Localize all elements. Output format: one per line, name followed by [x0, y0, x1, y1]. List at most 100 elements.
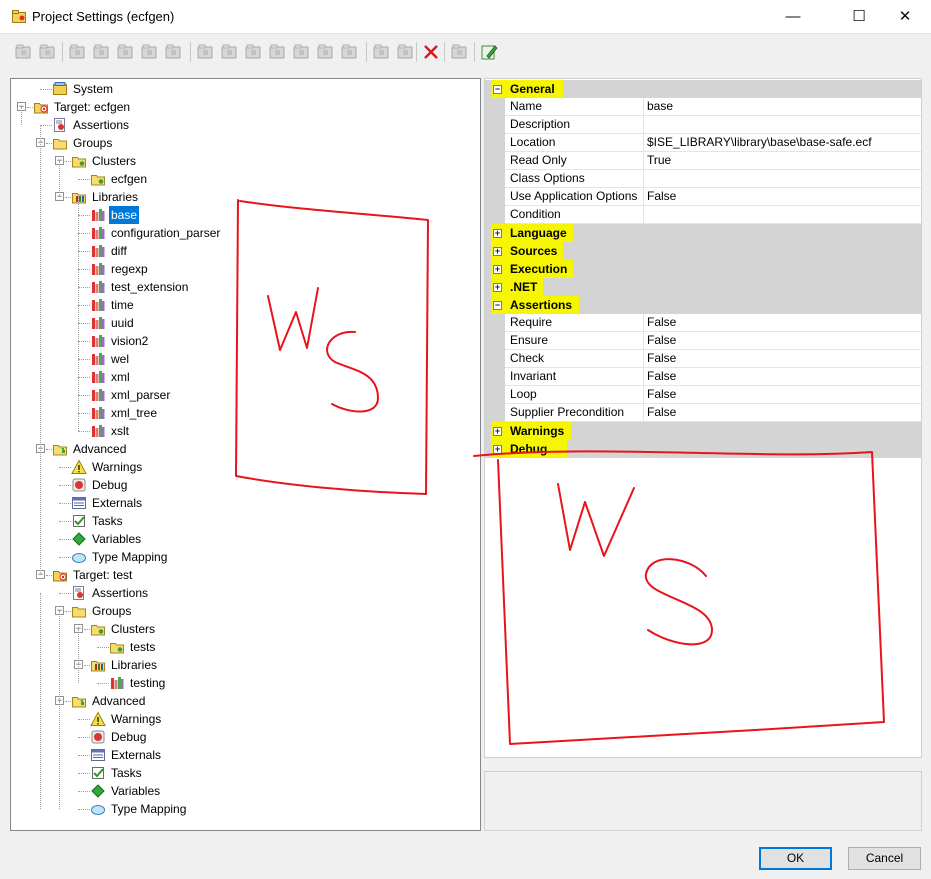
tree-node-label[interactable]: Variables — [90, 530, 143, 548]
property-value[interactable]: False — [644, 368, 921, 386]
tree-node-label[interactable]: xslt — [109, 422, 131, 440]
property-value[interactable]: False — [644, 332, 921, 350]
tree-node-label[interactable]: xml_tree — [109, 404, 159, 422]
tree-node-label[interactable]: System — [71, 80, 115, 98]
category-expander[interactable]: + — [493, 283, 502, 292]
property-value[interactable] — [644, 116, 921, 134]
tree-node[interactable]: Externals — [11, 494, 480, 512]
tree-node[interactable]: tests — [11, 638, 480, 656]
tree-node-label[interactable]: regexp — [109, 260, 150, 278]
tree-node-label[interactable]: Tasks — [90, 512, 125, 530]
add-precompile-button[interactable] — [114, 41, 136, 63]
tree-node[interactable]: vision2 — [11, 332, 480, 350]
category-expander[interactable]: + — [493, 265, 502, 274]
tree-node-label[interactable]: configuration_parser — [109, 224, 222, 242]
property-category[interactable]: − Assertions — [485, 296, 921, 314]
property-value[interactable] — [644, 170, 921, 188]
edit-file-button[interactable] — [478, 41, 500, 63]
add-external-resource-button[interactable] — [266, 41, 288, 63]
tree-node[interactable]: Warnings — [11, 458, 480, 476]
add-external-library-button[interactable] — [242, 41, 264, 63]
tree-node-label[interactable]: Target: ecfgen — [52, 98, 132, 116]
tree-node[interactable]: Debug — [11, 476, 480, 494]
category-expander[interactable]: + — [493, 229, 502, 238]
tree-node[interactable]: Tasks — [11, 764, 480, 782]
tree-node[interactable]: − Target: ecfgen — [11, 98, 480, 116]
property-category[interactable]: + Language — [485, 224, 921, 242]
tree-node[interactable]: − Target: test — [11, 566, 480, 584]
property-category[interactable]: + Execution — [485, 260, 921, 278]
tree-node[interactable]: test_extension — [11, 278, 480, 296]
tree-node-label[interactable]: Assertions — [90, 584, 150, 602]
close-button[interactable]: ✕ — [882, 0, 928, 34]
property-category[interactable]: + Warnings — [485, 422, 921, 440]
tree-node[interactable]: − Groups — [11, 134, 480, 152]
tree-node-label[interactable]: diff — [109, 242, 129, 260]
tree-node-label[interactable]: uuid — [109, 314, 136, 332]
property-row[interactable]: Use Application Options False — [485, 188, 921, 206]
settings-tree[interactable]: System − Target: ecfgen Assertions − Groups − C… — [10, 78, 481, 831]
category-expander[interactable]: + — [493, 427, 502, 436]
tree-node-label[interactable]: base — [109, 206, 140, 224]
property-row[interactable]: Supplier Precondition False — [485, 404, 921, 422]
property-category[interactable]: + Debug — [485, 440, 921, 458]
add-mapping-button[interactable] — [394, 41, 416, 63]
category-expander[interactable]: + — [493, 445, 502, 454]
add-cluster-button[interactable] — [66, 41, 88, 63]
tree-node-label[interactable]: vision2 — [109, 332, 150, 350]
tree-node-label[interactable]: Variables — [109, 782, 162, 800]
tree-node-label[interactable]: ecfgen — [109, 170, 149, 188]
tree-node[interactable]: wel — [11, 350, 480, 368]
tree-node-label[interactable]: Clusters — [109, 620, 157, 638]
tree-node-label[interactable]: Assertions — [71, 116, 131, 134]
tree-node-label[interactable]: Groups — [71, 134, 114, 152]
property-row[interactable]: Invariant False — [485, 368, 921, 386]
tree-node[interactable]: Assertions — [11, 116, 480, 134]
tree-node[interactable]: − Clusters — [11, 152, 480, 170]
property-row[interactable]: Require False — [485, 314, 921, 332]
category-expander[interactable]: − — [493, 85, 502, 94]
minimize-button[interactable]: — — [770, 0, 816, 34]
category-expander[interactable]: − — [493, 301, 502, 310]
property-grid[interactable]: − General Name base Description Location $ISE_… — [484, 78, 922, 758]
tree-node-label[interactable]: tests — [128, 638, 157, 656]
tree-node[interactable]: xml_parser — [11, 386, 480, 404]
property-value[interactable]: False — [644, 350, 921, 368]
property-row[interactable]: Loop False — [485, 386, 921, 404]
tree-node-label[interactable]: Clusters — [90, 152, 138, 170]
tree-node-label[interactable]: Debug — [109, 728, 148, 746]
tree-node-label[interactable]: Advanced — [71, 440, 128, 458]
tree-node[interactable]: System — [11, 80, 480, 98]
tree-node[interactable]: Warnings — [11, 710, 480, 728]
tree-node[interactable]: − Libraries — [11, 188, 480, 206]
add-external-object-button[interactable] — [218, 41, 240, 63]
tree-node[interactable]: configuration_parser — [11, 224, 480, 242]
tree-node[interactable]: − Groups — [11, 602, 480, 620]
property-row[interactable]: Read Only True — [485, 152, 921, 170]
property-value[interactable]: False — [644, 314, 921, 332]
property-value[interactable]: False — [644, 404, 921, 422]
property-row[interactable]: Check False — [485, 350, 921, 368]
add-override-button[interactable] — [90, 41, 112, 63]
tree-node-label[interactable]: wel — [109, 350, 131, 368]
property-row[interactable]: Location $ISE_LIBRARY\library\base\base-s… — [485, 134, 921, 152]
tree-node[interactable]: Type Mapping — [11, 548, 480, 566]
add-test-cluster-button[interactable] — [162, 41, 184, 63]
add-external-include-button[interactable] — [194, 41, 216, 63]
tree-node[interactable]: Tasks — [11, 512, 480, 530]
add-pre-task-button[interactable] — [314, 41, 336, 63]
tree-node-label[interactable]: Libraries — [90, 188, 140, 206]
property-row[interactable]: Condition — [485, 206, 921, 224]
tree-node[interactable]: Debug — [11, 728, 480, 746]
property-value[interactable] — [644, 206, 921, 224]
property-value[interactable]: False — [644, 386, 921, 404]
property-row[interactable]: Description — [485, 116, 921, 134]
tree-node[interactable]: − Advanced — [11, 440, 480, 458]
property-category[interactable]: + .NET — [485, 278, 921, 296]
tree-node-label[interactable]: testing — [128, 674, 167, 692]
tree-node-label[interactable]: Warnings — [90, 458, 144, 476]
tree-node-label[interactable]: Debug — [90, 476, 129, 494]
tree-node[interactable]: − Advanced — [11, 692, 480, 710]
tree-node[interactable]: time — [11, 296, 480, 314]
add-library-button[interactable] — [36, 41, 58, 63]
